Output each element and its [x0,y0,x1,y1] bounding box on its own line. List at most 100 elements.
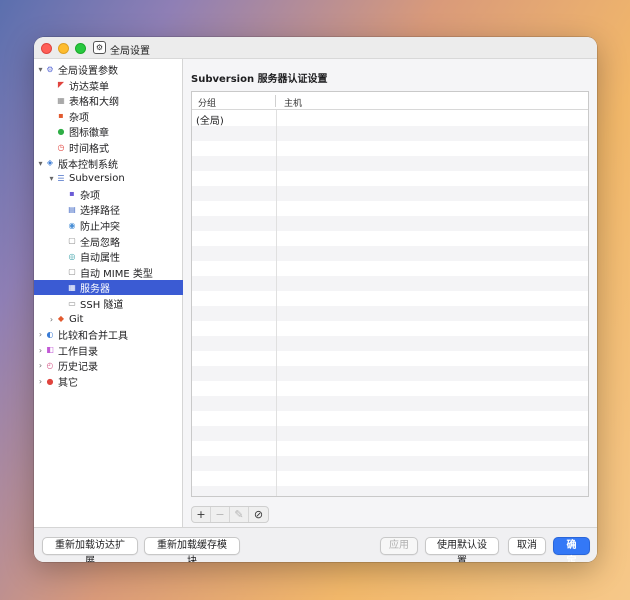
working-dir-icon: ◧ [46,345,54,355]
sidebar-item[interactable]: ▾ ☰ Subversion [34,171,183,186]
history-icon: ◴ [46,360,54,370]
global-ignore-icon: ▢ [68,236,76,246]
table-empty-row [192,246,588,261]
sidebar-item[interactable]: ▭ SSH 隧道 [34,296,183,312]
zoom-window-button[interactable] [75,43,86,54]
clear-cache-button[interactable]: ⊘ [249,507,268,522]
table-empty-row [192,231,588,246]
sidebar-item[interactable]: ▾ ◈ 版本控制系统 [34,156,183,171]
sidebar-item-label: 图标徽章 [69,128,109,140]
column-grid-line [276,110,277,496]
sidebar-item-label: 防止冲突 [80,222,120,233]
sidebar-item[interactable]: ▪ 杂项 [34,187,183,202]
sidebar-item[interactable]: › ◐ 比较和合并工具 [34,327,183,343]
sidebar-item-label: 全局设置参数 [58,66,118,77]
sidebar-item-label: 服务器 [80,284,110,296]
sidebar-item-label: 版本控制系统 [58,159,118,171]
sidebar-item[interactable]: › ◴ 历史记录 [34,358,183,374]
select-path-icon: ▤ [68,204,76,214]
sidebar-item-label: 杂项 [80,190,100,202]
sidebar-item[interactable]: ▦ 表格和大纲 [34,93,183,109]
sidebar-item[interactable]: ▢ 自动 MIME 类型 [34,265,183,280]
add-button[interactable]: + [192,507,211,522]
sidebar-item[interactable]: ▤ 选择路径 [34,202,183,218]
ssh-tunnel-icon: ▭ [68,298,76,308]
remove-button[interactable]: − [211,507,230,522]
table-empty-row [192,381,588,396]
column-header-group[interactable]: 分组 [198,96,216,109]
disclosure-arrow-icon[interactable]: › [36,330,45,339]
sidebar-item[interactable]: › ◆ Git [34,312,183,327]
sidebar-item-label: 全局忽略 [80,237,120,249]
misc-icon: ▪ [69,189,75,199]
disclosure-arrow-icon[interactable]: › [36,346,45,355]
sidebar-item[interactable]: › ● 其它 [34,374,183,390]
sidebar-item-label: 表格和大纲 [69,97,119,109]
table-header: 分组 主机 [192,92,588,110]
server-icon: ▦ [68,282,76,292]
sidebar-item[interactable]: ▢ 全局忽略 [34,234,183,249]
table-empty-row [192,336,588,351]
sidebar-item[interactable]: ◎ 自动属性 [34,249,183,265]
settings-window: ⚙ 全局设置 ▾ ⚙ 全局设置参数 ◤ 访达菜单 ▦ 表格和大纲 ▪ 杂项 ● 图标徽章 ◷ 时间格式 ▾… [34,37,597,562]
disclosure-arrow-icon[interactable]: ▾ [36,159,45,168]
table-empty-row [192,351,588,366]
sidebar-item-label: 历史记录 [58,362,98,374]
sidebar-item[interactable]: ▪ 杂项 [34,109,183,124]
table-empty-row [192,186,588,201]
sidebar-item[interactable]: ▦ 服务器 [34,280,183,296]
reload-cache-module-button[interactable]: 重新加载缓存模块 [144,537,240,562]
disclosure-arrow-icon[interactable]: › [36,361,45,370]
sidebar-item[interactable]: › ◧ 工作目录 [34,343,183,358]
auto-props-icon: ◎ [68,251,76,261]
settings-sidebar: ▾ ⚙ 全局设置参数 ◤ 访达菜单 ▦ 表格和大纲 ▪ 杂项 ● 图标徽章 ◷ 时间格式 ▾ ◈ 版本控制系统… [34,59,183,527]
sidebar-item[interactable]: ◷ 时间格式 [34,140,183,156]
column-header-host[interactable]: 主机 [284,96,302,109]
table-empty-row [192,201,588,216]
table-empty-row [192,306,588,321]
window-title: 全局设置 [110,46,150,57]
cancel-button[interactable]: 取消 [508,537,546,555]
table-empty-row [192,216,588,231]
reload-finder-extension-button[interactable]: 重新加载访达扩展 [42,537,138,562]
sidebar-item[interactable]: ◤ 访达菜单 [34,78,183,93]
table-empty-row [192,486,588,496]
other-icon: ● [46,376,54,386]
table-empty-row [192,471,588,486]
minimize-window-button[interactable] [58,43,69,54]
table-empty-row [192,411,588,426]
sidebar-item[interactable]: ◉ 防止冲突 [34,218,183,234]
use-defaults-button[interactable]: 使用默认设置 [425,537,499,562]
table-empty-row [192,426,588,441]
table-empty-row [192,261,588,276]
table-empty-row [192,396,588,411]
table-toolbar: + − ✎ ⊘ [191,506,269,523]
disclosure-arrow-icon[interactable]: ▾ [36,65,45,74]
sidebar-item-label: 比较和合并工具 [58,331,128,343]
sidebar-item-label: 自动属性 [80,253,120,265]
sidebar-item-label: 杂项 [69,112,89,124]
disclosure-arrow-icon[interactable]: ▾ [47,174,56,183]
table-empty-row [192,276,588,291]
table-empty-row [192,456,588,471]
server-auth-table[interactable]: 分组 主机 (全局) [191,91,589,497]
sidebar-item-label: 选择路径 [80,206,120,218]
apply-button[interactable]: 应用 [380,537,418,555]
table-row[interactable]: (全局) [192,111,588,127]
sidebar-item[interactable]: ● 图标徽章 [34,124,183,140]
table-empty-row [192,141,588,156]
auto-mime-icon: ▢ [68,267,76,277]
sidebar-item-label: SSH 隧道 [80,300,124,311]
page-title: Subversion 服务器认证设置 [191,74,328,85]
edit-button[interactable]: ✎ [230,507,249,522]
git-icon: ◆ [57,314,65,324]
disclosure-arrow-icon[interactable]: › [36,377,45,386]
finder-menu-icon: ◤ [57,80,65,90]
sidebar-item-label: 其它 [58,378,78,389]
disclosure-arrow-icon[interactable]: › [47,315,56,324]
diff-merge-icon: ◐ [46,329,54,339]
ok-button[interactable]: 确定 [553,537,590,562]
close-window-button[interactable] [41,43,52,54]
title-bar: ⚙ 全局设置 [34,37,597,59]
sidebar-item[interactable]: ▾ ⚙ 全局设置参数 [34,62,183,78]
